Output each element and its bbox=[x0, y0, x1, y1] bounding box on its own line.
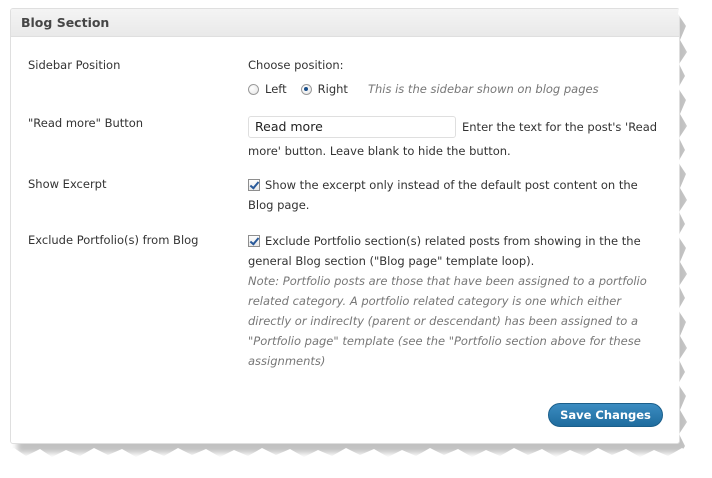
sidebar-position-description: This is the sidebar shown on blog pages bbox=[367, 82, 599, 96]
choose-position-prompt: Choose position: bbox=[248, 58, 344, 72]
exclude-portfolio-field: Exclude Portfolio section(s) related pos… bbox=[248, 231, 668, 371]
read-more-description-line2: more' button. Leave blank to hide the bu… bbox=[248, 144, 511, 158]
portfolio-note-line-5: assignments) bbox=[248, 354, 326, 368]
radio-right[interactable] bbox=[300, 83, 312, 95]
exclude-portfolio-checkbox[interactable] bbox=[248, 235, 260, 247]
read-more-description-line1: Enter the text for the post's 'Read bbox=[462, 120, 658, 134]
radio-right-label[interactable]: Right bbox=[318, 79, 348, 99]
portfolio-note-line-3: directly or indirecIty (parent or descen… bbox=[248, 314, 638, 328]
show-excerpt-text-line1: Show the excerpt only instead of the def… bbox=[265, 178, 638, 192]
blog-section-panel: Blog Section Sidebar Position Choose pos… bbox=[10, 8, 680, 444]
save-changes-button[interactable]: Save Changes bbox=[548, 403, 663, 427]
portfolio-note-line-1: Note: Portfolio posts are those that hav… bbox=[248, 274, 647, 288]
panel-header: Blog Section bbox=[11, 9, 679, 37]
torn-edge-right bbox=[678, 0, 712, 478]
exclude-portfolio-text-line1: Exclude Portfolio section(s) related pos… bbox=[265, 234, 641, 248]
screenshot-canvas: Blog Section Sidebar Position Choose pos… bbox=[0, 0, 712, 478]
radio-left[interactable] bbox=[248, 83, 259, 95]
show-excerpt-field: Show the excerpt only instead of the def… bbox=[248, 175, 668, 215]
portfolio-note-line-2: related category. A portfolio related ca… bbox=[248, 294, 622, 308]
show-excerpt-label: Show Excerpt bbox=[28, 177, 107, 191]
exclude-portfolio-text-line2: general Blog section ("Blog page" templa… bbox=[248, 254, 535, 268]
torn-edge-bottom bbox=[0, 448, 712, 478]
exclude-portfolio-label: Exclude Portfolio(s) from Blog bbox=[28, 233, 199, 247]
read-more-input[interactable]: Read more bbox=[248, 116, 456, 138]
sidebar-position-field: Choose position: Left Right This is the … bbox=[248, 55, 668, 99]
read-more-label: "Read more" Button bbox=[28, 116, 144, 130]
radio-left-label[interactable]: Left bbox=[265, 79, 287, 99]
sidebar-position-options: Left Right This is the sidebar shown on … bbox=[248, 79, 668, 99]
sidebar-position-label: Sidebar Position bbox=[28, 58, 121, 72]
panel-title: Blog Section bbox=[21, 15, 110, 30]
show-excerpt-text-line2: Blog page. bbox=[248, 198, 310, 212]
read-more-field: Read more Enter the text for the post's … bbox=[248, 116, 668, 161]
show-excerpt-checkbox[interactable] bbox=[248, 179, 260, 191]
portfolio-note-line-4: "Portfolio page" template (see the "Port… bbox=[248, 334, 641, 348]
